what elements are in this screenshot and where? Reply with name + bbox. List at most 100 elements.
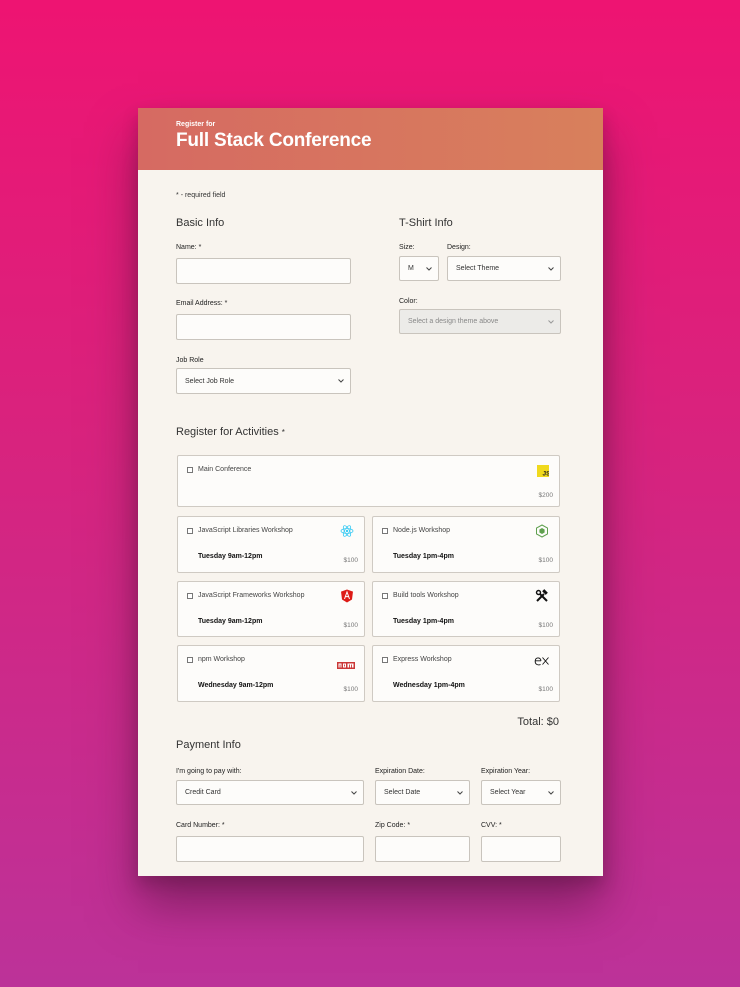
activity-workshop[interactable]: JavaScript Libraries Workshop Tuesday 9a…: [177, 516, 365, 573]
activity-main-conference[interactable]: Main Conference JS $200: [177, 455, 560, 507]
size-select[interactable]: M: [399, 256, 439, 281]
payment-method-select[interactable]: Credit Card: [176, 780, 364, 805]
name-input[interactable]: [176, 258, 351, 284]
header-subtitle: Register for: [176, 121, 216, 128]
express-logo-icon: [534, 654, 550, 666]
chevron-down-icon: [548, 319, 554, 326]
activity-name: Build tools Workshop: [393, 592, 459, 599]
email-label-text: Email Address:: [176, 300, 223, 307]
tools-icon: [535, 589, 549, 603]
react-logo-icon: [340, 524, 354, 538]
activity-checkbox[interactable]: [187, 593, 193, 599]
expiration-year-label: Expiration Year:: [481, 768, 531, 775]
cvv-label: CVV: *: [481, 822, 502, 829]
card-number-label-text: Card Number:: [176, 822, 220, 829]
name-label-text: Name:: [176, 244, 197, 251]
card-number-label: Card Number: *: [176, 822, 225, 829]
payment-method-label: I'm going to pay with:: [176, 768, 242, 775]
activity-price: $100: [343, 686, 358, 693]
activity-checkbox[interactable]: [187, 528, 193, 534]
activity-workshop[interactable]: Node.js Workshop Tuesday 1pm-4pm $100: [372, 516, 560, 573]
svg-text:JS: JS: [543, 471, 550, 478]
expiration-date-label: Expiration Date:: [375, 768, 425, 775]
size-label: Size:: [399, 244, 415, 251]
payment-method-selected: Credit Card: [185, 789, 221, 796]
activity-name: JavaScript Libraries Workshop: [198, 527, 293, 534]
chevron-down-icon: [457, 790, 463, 797]
page-background: { "header": { "subtitle": "Register for"…: [0, 0, 740, 987]
design-selected: Select Theme: [456, 265, 500, 272]
expiration-year-select[interactable]: Select Year: [481, 780, 561, 805]
activity-name: Node.js Workshop: [393, 527, 451, 534]
activity-time: Tuesday 9am-12pm: [198, 618, 263, 625]
zip-code-label-text: Zip Code:: [375, 822, 406, 829]
activity-price: $100: [538, 622, 553, 629]
required-marker: *: [281, 428, 285, 437]
required-marker: *: [224, 300, 228, 307]
activity-price: $100: [343, 557, 358, 564]
name-label: Name: *: [176, 244, 201, 251]
activity-checkbox[interactable]: [382, 528, 388, 534]
design-select[interactable]: Select Theme: [447, 256, 561, 281]
registration-form-card: Register for Full Stack Conference * - r…: [138, 108, 603, 876]
activities-title: Register for Activities *: [176, 426, 285, 438]
activity-checkbox[interactable]: [382, 593, 388, 599]
required-field-note: * - required field: [176, 192, 225, 199]
chevron-down-icon: [351, 790, 357, 797]
job-role-selected: Select Job Role: [185, 377, 235, 385]
cvv-label-text: CVV:: [481, 822, 498, 829]
color-select[interactable]: Select a design theme above: [399, 309, 561, 334]
activity-workshop[interactable]: npm Workshop Wednesday 9am-12pm $100: [177, 645, 365, 702]
activity-checkbox[interactable]: [382, 657, 388, 663]
size-selected: M: [408, 265, 414, 272]
nodejs-logo-icon: [535, 524, 549, 538]
expiration-date-select[interactable]: Select Date: [375, 780, 470, 805]
expiration-year-selected: Select Year: [490, 789, 526, 796]
activity-time: Wednesday 9am-12pm: [198, 682, 274, 689]
job-role-select[interactable]: Select Job Role: [176, 368, 351, 394]
chevron-down-icon: [426, 266, 432, 273]
email-input[interactable]: [176, 314, 351, 340]
basic-info-title: Basic Info: [176, 217, 225, 229]
activity-name: Main Conference: [198, 466, 252, 473]
activity-workshop[interactable]: Express Workshop Wednesday 1pm-4pm $100: [372, 645, 560, 702]
payment-info-title: Payment Info: [176, 739, 241, 751]
card-number-input[interactable]: [176, 836, 364, 862]
activity-time: Tuesday 1pm-4pm: [393, 618, 454, 625]
activity-workshop[interactable]: JavaScript Frameworks Workshop Tuesday 9…: [177, 581, 365, 637]
expiration-date-selected: Select Date: [384, 789, 421, 796]
npm-logo-icon: [337, 657, 355, 669]
angular-logo-icon: [340, 589, 354, 603]
activity-name: npm Workshop: [198, 656, 245, 663]
activity-workshop[interactable]: Build tools Workshop Tuesday 1pm-4pm $10…: [372, 581, 560, 637]
javascript-logo-icon: JS: [537, 464, 551, 478]
activity-price: $100: [343, 622, 358, 629]
activities-total: Total: $0: [517, 716, 559, 728]
chevron-down-icon: [338, 379, 344, 385]
chevron-down-icon: [548, 266, 554, 273]
required-marker: *: [198, 244, 202, 251]
chevron-down-icon: [548, 790, 554, 797]
job-role-label: Job Role: [176, 357, 204, 364]
activity-checkbox[interactable]: [187, 467, 193, 473]
cvv-input[interactable]: [481, 836, 561, 862]
required-note-text: - required field: [180, 192, 226, 199]
email-label: Email Address: *: [176, 300, 227, 307]
activity-name: JavaScript Frameworks Workshop: [198, 592, 305, 599]
design-label: Design:: [447, 244, 471, 251]
required-marker: *: [499, 822, 502, 829]
activity-checkbox[interactable]: [187, 657, 193, 663]
activity-time: Tuesday 1pm-4pm: [393, 553, 454, 560]
activity-price: $200: [538, 492, 553, 499]
activity-time: Wednesday 1pm-4pm: [393, 682, 465, 689]
activity-time: Tuesday 9am-12pm: [198, 553, 263, 560]
color-label: Color:: [399, 298, 418, 305]
activity-price: $100: [538, 557, 553, 564]
activity-price: $100: [538, 686, 553, 693]
activity-name: Express Workshop: [393, 656, 452, 663]
required-marker: *: [221, 822, 225, 829]
zip-code-input[interactable]: [375, 836, 470, 862]
activities-title-text: Register for Activities: [176, 426, 279, 438]
required-marker: *: [176, 192, 179, 199]
header-title: Full Stack Conference: [176, 130, 372, 151]
